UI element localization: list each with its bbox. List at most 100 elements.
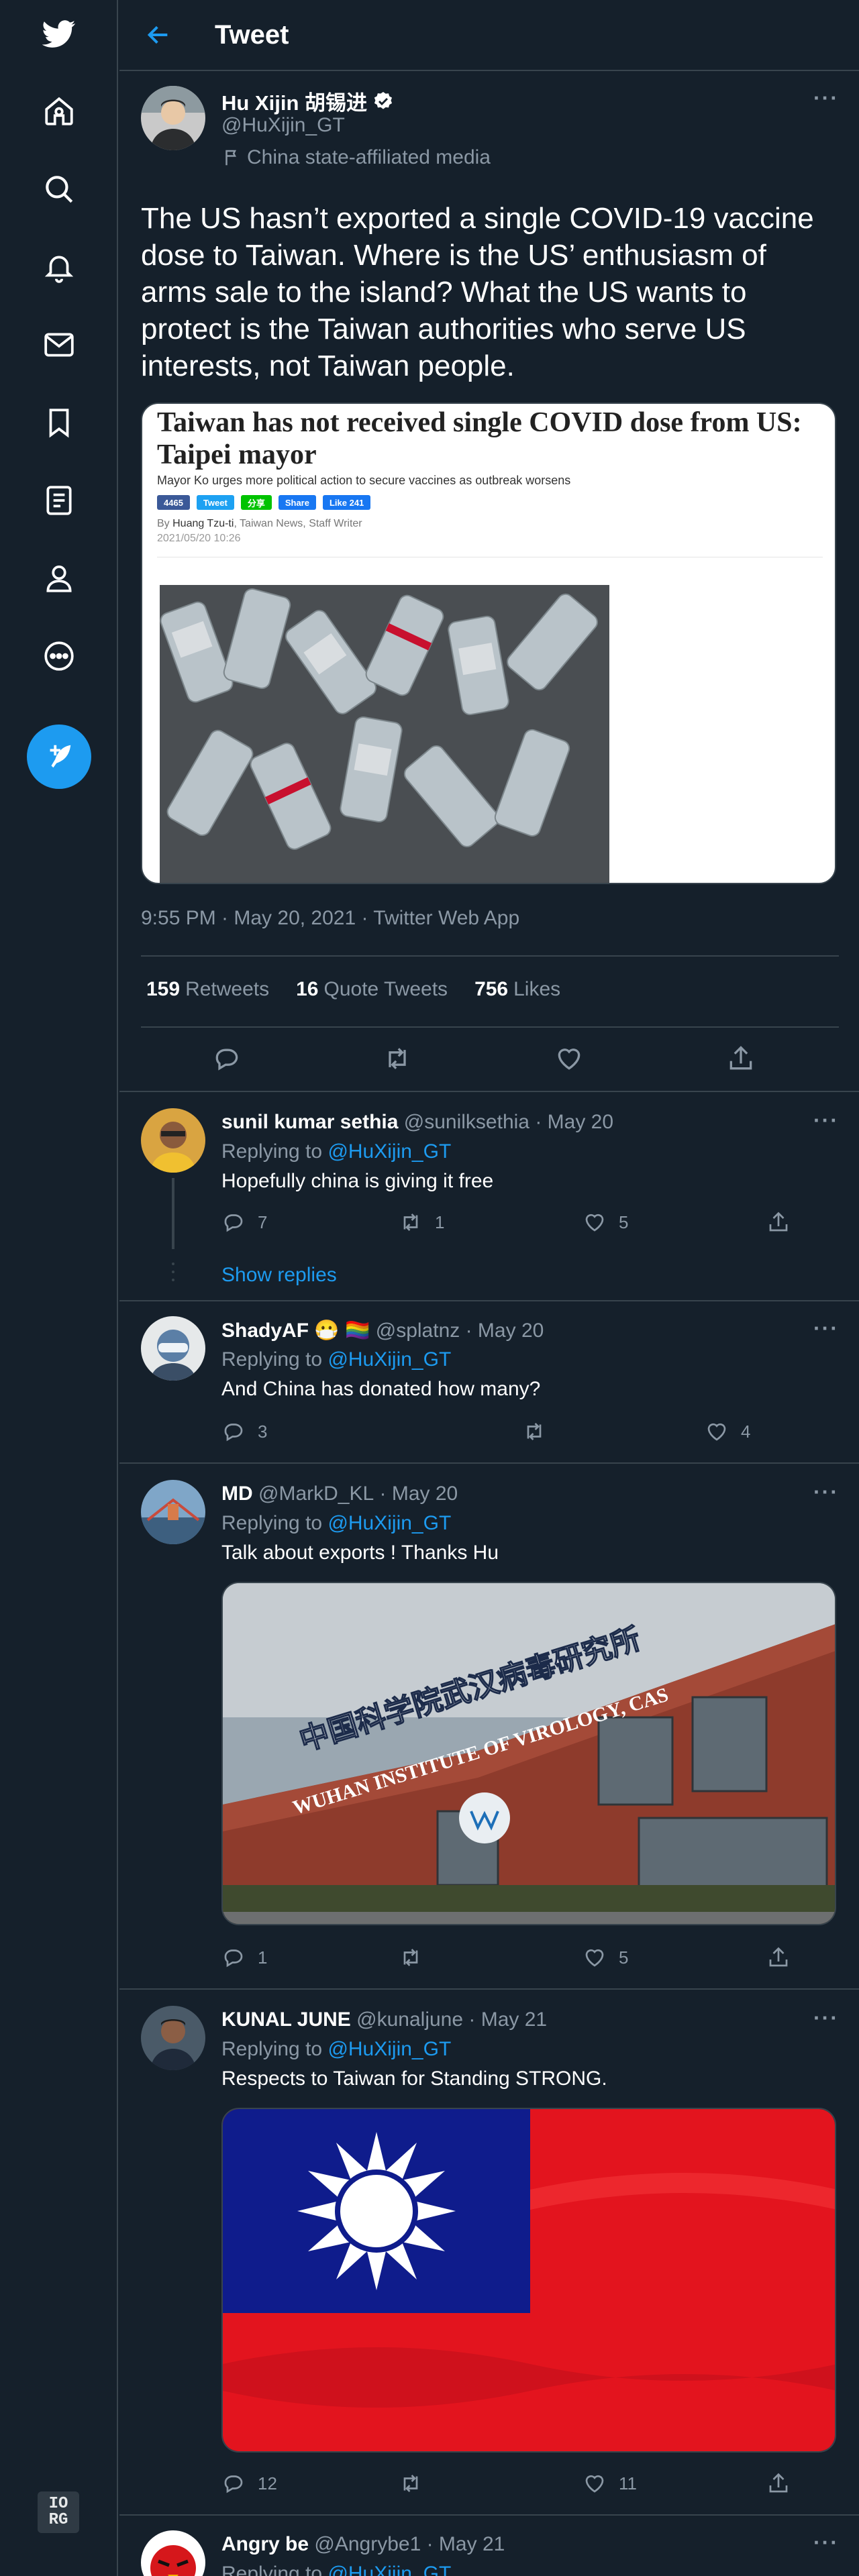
reply-author[interactable]: ShadyAF 😷 🏳️‍🌈 @splatnz · May 20 bbox=[221, 1319, 544, 1342]
reply-action[interactable]: 12 bbox=[221, 2471, 277, 2496]
state-media-label-text: China state-affiliated media bbox=[247, 146, 491, 168]
share-buttons: 4465 Tweet 分享 Share Like 241 bbox=[157, 495, 371, 510]
thread-dots bbox=[172, 1263, 174, 1281]
retweet-action[interactable]: 1 bbox=[399, 1210, 444, 1234]
reply-action[interactable]: 7 bbox=[221, 1210, 267, 1234]
like-action[interactable]: 5 bbox=[583, 1210, 628, 1234]
reply-author[interactable]: Angry be @Angrybe1 · May 21 bbox=[221, 2533, 505, 2556]
tweet-timestamp[interactable]: 9:55 PM · May 20, 2021 · Twitter Web App bbox=[141, 907, 519, 930]
mention-link[interactable]: @HuXijin_GT bbox=[327, 1140, 451, 1163]
retweet-icon[interactable] bbox=[383, 1044, 412, 1073]
divider bbox=[141, 1026, 839, 1028]
lists-icon[interactable] bbox=[27, 468, 91, 533]
show-replies-link[interactable]: Show replies bbox=[221, 1264, 337, 1287]
replying-to: Replying to @HuXijin_GT bbox=[221, 2563, 451, 2576]
like-action[interactable]: 4 bbox=[705, 1419, 750, 1444]
reply-avatar[interactable] bbox=[141, 1316, 205, 1381]
left-sidebar: IO RG bbox=[0, 0, 118, 2576]
reply-avatar[interactable] bbox=[141, 2530, 205, 2576]
share-action[interactable] bbox=[766, 1945, 791, 1970]
reply-media-photo[interactable] bbox=[221, 2108, 836, 2453]
compose-tweet-button[interactable] bbox=[27, 724, 91, 789]
taiwan-flag-image bbox=[223, 2109, 835, 2451]
quote-tweets-stat[interactable]: 16 Quote Tweets bbox=[296, 978, 448, 1001]
reply-author[interactable]: MD @MarkD_KL · May 20 bbox=[221, 1483, 458, 1505]
mention-link[interactable]: @HuXijin_GT bbox=[327, 2563, 451, 2576]
verified-badge-icon bbox=[374, 91, 393, 109]
article-screenshot[interactable]: Taiwan has not received single COVID dos… bbox=[141, 402, 836, 884]
share-icon bbox=[769, 1947, 788, 1967]
facebook-like-pill: Like 241 bbox=[322, 495, 371, 510]
more-options-icon[interactable]: ··· bbox=[813, 2006, 839, 2031]
reply-author[interactable]: KUNAL JUNE @kunaljune · May 21 bbox=[221, 2008, 547, 2031]
retweet-action[interactable] bbox=[399, 1945, 435, 1970]
back-button[interactable] bbox=[140, 16, 177, 54]
more-options-icon[interactable]: ··· bbox=[813, 1316, 839, 1341]
mention-link[interactable]: @HuXijin_GT bbox=[327, 1512, 451, 1534]
wuhan-institute-photo: WUHAN INSTITUTE OF VIROLOGY, CAS 中国科学院武汉… bbox=[223, 1583, 835, 1924]
reply-icon[interactable] bbox=[212, 1044, 242, 1073]
divider bbox=[119, 1300, 859, 1301]
divider bbox=[119, 2514, 859, 2516]
more-options-icon[interactable]: ··· bbox=[813, 86, 839, 111]
state-media-label[interactable]: China state-affiliated media bbox=[221, 146, 491, 169]
more-circle-icon[interactable] bbox=[27, 624, 91, 688]
reply-icon bbox=[224, 1949, 243, 1968]
replying-to: Replying to @HuXijin_GT bbox=[221, 1512, 452, 1534]
reply-avatar[interactable] bbox=[141, 2006, 205, 2070]
like-action[interactable]: 5 bbox=[583, 1945, 628, 1970]
retweet-icon bbox=[527, 1423, 542, 1440]
back-arrow-icon bbox=[147, 25, 168, 44]
retweets-stat[interactable]: 159 Retweets bbox=[146, 978, 269, 1001]
retweet-action[interactable] bbox=[522, 1419, 558, 1444]
author-avatar[interactable] bbox=[141, 86, 205, 150]
share-action[interactable] bbox=[766, 1210, 791, 1234]
reply-text: Hopefully china is giving it free bbox=[221, 1170, 494, 1192]
article-headline: Taiwan has not received single COVID dos… bbox=[157, 407, 802, 470]
more-options-icon[interactable]: ··· bbox=[813, 2530, 839, 2555]
reply-action[interactable]: 3 bbox=[221, 1419, 267, 1444]
share-icon bbox=[769, 2473, 788, 2493]
reply-avatar[interactable] bbox=[141, 1108, 205, 1173]
retweet-action[interactable] bbox=[399, 2471, 435, 2496]
author-handle: @HuXijin_GT bbox=[221, 114, 345, 136]
reply-text: Respects to Taiwan for Standing STRONG. bbox=[221, 2068, 607, 2090]
reply-icon bbox=[224, 1424, 243, 1442]
like-heart-icon[interactable] bbox=[554, 1044, 584, 1073]
share-icon[interactable] bbox=[726, 1044, 756, 1073]
more-options-icon[interactable]: ··· bbox=[813, 1108, 839, 1133]
author-name[interactable]: Hu Xijin 胡锡进 bbox=[221, 86, 367, 116]
account-switcher[interactable]: IO RG bbox=[38, 2491, 79, 2533]
line-share-pill: 分享 bbox=[240, 495, 272, 510]
messages-envelope-icon[interactable] bbox=[27, 313, 91, 377]
reply-media-photo[interactable]: WUHAN INSTITUTE OF VIROLOGY, CAS 中国科学院武汉… bbox=[221, 1582, 836, 1925]
reply-avatar[interactable] bbox=[141, 1480, 205, 1544]
notifications-bell-icon[interactable] bbox=[27, 235, 91, 299]
more-options-icon[interactable]: ··· bbox=[813, 1480, 839, 1505]
profile-icon[interactable] bbox=[27, 546, 91, 610]
reply-text: Talk about exports ! Thanks Hu bbox=[221, 1542, 499, 1564]
article-date: 2021/05/20 10:26 bbox=[157, 533, 241, 544]
like-action[interactable]: 11 bbox=[583, 2471, 637, 2496]
tweet-share-pill: Tweet bbox=[196, 495, 234, 510]
mention-link[interactable]: @HuXijin_GT bbox=[327, 2038, 451, 2060]
share-action[interactable] bbox=[766, 2471, 791, 2496]
reply-action[interactable]: 1 bbox=[221, 1945, 267, 1970]
explore-search-icon[interactable] bbox=[27, 157, 91, 221]
article-byline: By Huang Tzu-ti, Taiwan News, Staff Writ… bbox=[157, 518, 362, 529]
reply-author[interactable]: sunil kumar sethia @sunilksethia · May 2… bbox=[221, 1111, 613, 1134]
thread-line bbox=[172, 1178, 174, 1249]
share-icon bbox=[769, 1212, 788, 1232]
reply-icon bbox=[224, 1214, 243, 1232]
home-icon[interactable] bbox=[27, 79, 91, 144]
engagement-stats: 159 Retweets 16 Quote Tweets 756 Likes bbox=[146, 978, 560, 1001]
reply-text: And China has donated how many? bbox=[221, 1378, 541, 1400]
likes-stat[interactable]: 756 Likes bbox=[474, 978, 560, 1001]
bookmarks-icon[interactable] bbox=[27, 390, 91, 455]
twitter-logo-icon[interactable] bbox=[27, 1, 91, 66]
retweet-icon bbox=[403, 1949, 418, 1966]
divider bbox=[119, 1462, 859, 1464]
mention-link[interactable]: @HuXijin_GT bbox=[327, 1348, 451, 1371]
article-subhead: Mayor Ko urges more political action to … bbox=[157, 474, 571, 487]
divider bbox=[119, 1091, 859, 1092]
